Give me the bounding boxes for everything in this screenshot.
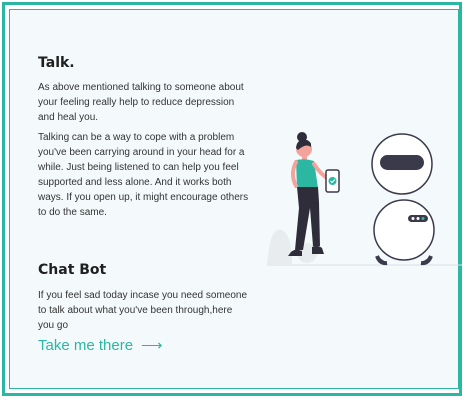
talk-heading: Talk. [38, 55, 75, 71]
person-figure [288, 132, 332, 256]
background-blob [267, 229, 292, 265]
chat-bot-heading: Chat Bot [38, 262, 107, 278]
arrow-right-icon: ⟶ [141, 337, 163, 354]
talk-paragraph-2: Talking can be a way to cope with a prob… [38, 132, 249, 218]
robot-figure [371, 133, 435, 266]
chat-bot-paragraph: If you feel sad today incase you need so… [38, 290, 248, 331]
phone-icon [325, 169, 340, 193]
talk-paragraph-1: As above mentioned talking to someone ab… [38, 82, 244, 123]
person-with-robot-illustration [267, 132, 462, 266]
take-me-there-label: Take me there [38, 337, 134, 354]
take-me-there-link[interactable]: Take me there ⟶ [38, 336, 163, 354]
